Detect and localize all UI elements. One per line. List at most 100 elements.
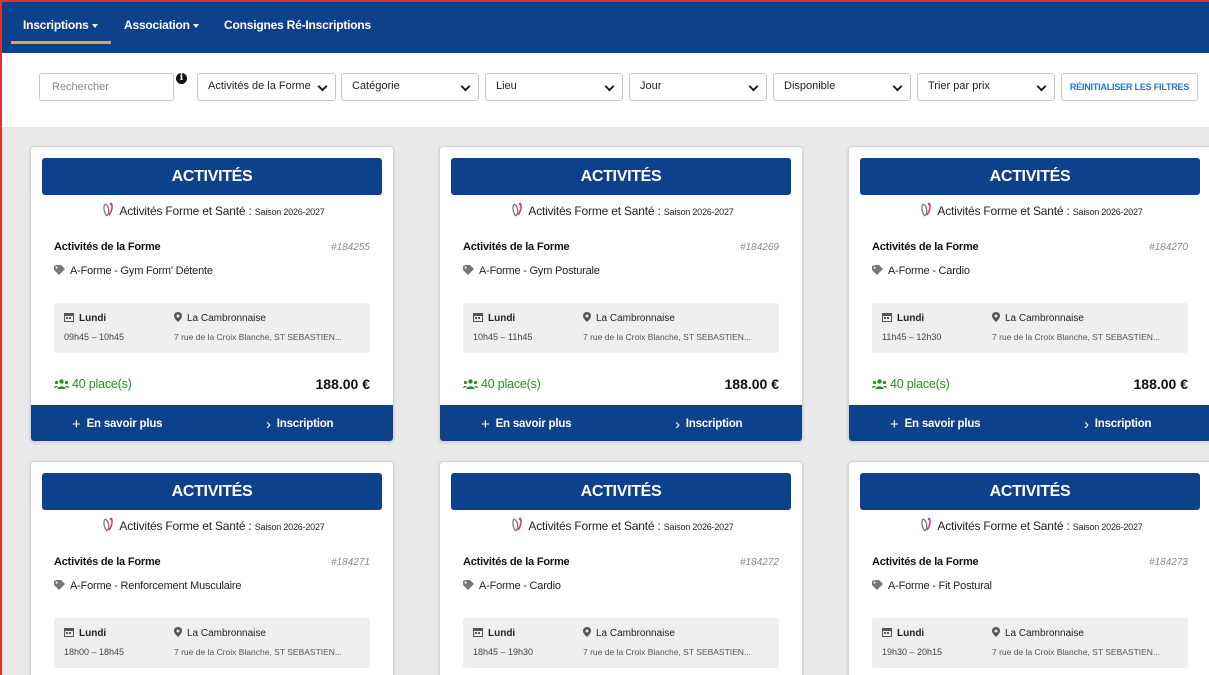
users-icon [54, 379, 69, 389]
nav-consignes[interactable]: Consignes Ré-Inscriptions [224, 18, 371, 32]
card-place: La Cambronnaise [992, 627, 1084, 639]
card-season: Saison 2026-2027 [254, 207, 325, 217]
nav-inscriptions[interactable]: Inscriptions [23, 18, 98, 32]
search-input[interactable] [39, 73, 174, 101]
map-pin-icon [174, 312, 182, 322]
select-activites[interactable]: Activités de la Forme [197, 73, 336, 101]
calendar-icon [473, 628, 483, 637]
card-available-places: 40 place(s) [54, 377, 132, 391]
card-activity: A-Forme - Cardio [872, 265, 970, 277]
chevron-down-icon [604, 81, 615, 92]
activity-card: ACTIVITÉS Activités Forme et Santé : Sai… [848, 146, 1209, 442]
select-jour[interactable]: Jour [629, 73, 767, 101]
card-day-label: Lundi [897, 628, 925, 639]
chevron-right-icon: › [1084, 416, 1089, 433]
select-disponible-value: Disponible [784, 80, 836, 92]
tag-icon [872, 265, 883, 275]
card-day-label: Lundi [488, 628, 516, 639]
card-organisation: Activités Forme et Santé : Saison 2026-2… [849, 202, 1209, 218]
association-logo-icon [512, 517, 523, 532]
card-place: La Cambronnaise [174, 627, 266, 639]
signup-button[interactable]: › Inscription [675, 416, 743, 433]
calendar-icon [473, 313, 483, 322]
card-footer: + En savoir plus › Inscription [31, 405, 393, 441]
activity-card: ACTIVITÉS Activités Forme et Santé : Sai… [848, 461, 1209, 675]
tag-icon [872, 580, 883, 590]
card-org-name: Activités Forme et Santé [119, 204, 246, 218]
tag-icon [463, 265, 474, 275]
select-trier-prix[interactable]: Trier par prix [917, 73, 1055, 101]
signup-button[interactable]: › Inscription [1084, 416, 1152, 433]
card-day-label: Lundi [79, 313, 107, 324]
card-category: Activités de la Forme [54, 556, 161, 568]
card-season: Saison 2026-2027 [1072, 207, 1143, 217]
window-edge-left [0, 0, 2, 675]
calendar-icon [882, 313, 892, 322]
more-info-button[interactable]: + En savoir plus [481, 416, 572, 433]
select-categorie[interactable]: Catégorie [341, 73, 479, 101]
users-icon [463, 379, 478, 389]
card-season: Saison 2026-2027 [254, 522, 325, 532]
card-activity-label: A-Forme - Fit Postural [888, 580, 992, 592]
association-logo-icon [921, 517, 932, 532]
nav-active-indicator [11, 41, 111, 44]
card-activity-label: A-Forme - Gym Posturale [479, 265, 600, 277]
card-org-name: Activités Forme et Santé [528, 519, 655, 533]
card-place-label: La Cambronnaise [1005, 313, 1084, 324]
card-footer: + En savoir plus › Inscription [849, 405, 1209, 441]
chevron-down-icon [317, 81, 328, 92]
card-category: Activités de la Forme [54, 241, 161, 253]
card-schedule-box: Lundi 09h45 – 10h45 La Cambronnaise 7 ru… [54, 303, 370, 353]
card-day-label: Lundi [897, 313, 925, 324]
map-pin-icon [992, 627, 1000, 637]
card-address: 7 rue de la Croix Blanche, ST SEBASTIEN.… [992, 332, 1161, 342]
card-organisation: Activités Forme et Santé : Saison 2026-2… [440, 517, 802, 533]
card-available-places: 40 place(s) [463, 377, 541, 391]
signup-label: Inscription [685, 418, 743, 430]
select-categorie-value: Catégorie [352, 80, 400, 92]
card-season: Saison 2026-2027 [1072, 522, 1143, 532]
card-place-label: La Cambronnaise [596, 628, 675, 639]
activity-list: ACTIVITÉS Activités Forme et Santé : Sai… [0, 128, 1209, 675]
window-edge-top [0, 0, 1209, 2]
signup-label: Inscription [276, 418, 334, 430]
users-icon [872, 379, 887, 389]
more-info-button[interactable]: + En savoir plus [72, 416, 163, 433]
card-place-label: La Cambronnaise [1005, 628, 1084, 639]
card-activity-label: A-Forme - Gym Form' Détente [70, 265, 213, 277]
card-activity-label: A-Forme - Cardio [479, 580, 561, 592]
card-id: #184269 [740, 242, 779, 253]
association-logo-icon [103, 517, 114, 532]
card-id: #184270 [1149, 242, 1188, 253]
card-schedule-box: Lundi 18h00 – 18h45 La Cambronnaise 7 ru… [54, 618, 370, 668]
chevron-down-icon [1036, 81, 1047, 92]
card-schedule-box: Lundi 19h30 – 20h15 La Cambronnaise 7 ru… [872, 618, 1188, 668]
signup-button[interactable]: › Inscription [266, 416, 334, 433]
card-place: La Cambronnaise [583, 312, 675, 324]
card-id: #184273 [1149, 557, 1188, 568]
select-lieu[interactable]: Lieu [485, 73, 623, 101]
card-organisation: Activités Forme et Santé : Saison 2026-2… [31, 517, 393, 533]
card-place-label: La Cambronnaise [187, 313, 266, 324]
info-icon[interactable]: i [176, 73, 187, 84]
chevron-right-icon: › [266, 416, 271, 433]
more-info-button[interactable]: + En savoir plus [890, 416, 981, 433]
calendar-icon [882, 628, 892, 637]
card-time: 19h30 – 20h15 [882, 647, 943, 657]
tag-icon [54, 580, 65, 590]
card-activity-label: A-Forme - Cardio [888, 265, 970, 277]
card-time: 11h45 – 12h30 [882, 332, 942, 342]
card-day: Lundi [473, 312, 515, 324]
card-schedule-box: Lundi 10h45 – 11h45 La Cambronnaise 7 ru… [463, 303, 779, 353]
card-header: ACTIVITÉS [451, 473, 791, 510]
reset-filters-button[interactable]: RÉINITIALISER LES FILTRES [1061, 73, 1198, 101]
card-place-label: La Cambronnaise [187, 628, 266, 639]
nav-association[interactable]: Association [124, 18, 199, 32]
select-disponible[interactable]: Disponible [773, 73, 911, 101]
plus-icon: + [481, 416, 490, 433]
signup-label: Inscription [1094, 418, 1152, 430]
card-day: Lundi [473, 627, 515, 639]
card-category: Activités de la Forme [463, 241, 570, 253]
card-activity: A-Forme - Cardio [463, 580, 561, 592]
card-place-label: La Cambronnaise [596, 313, 675, 324]
